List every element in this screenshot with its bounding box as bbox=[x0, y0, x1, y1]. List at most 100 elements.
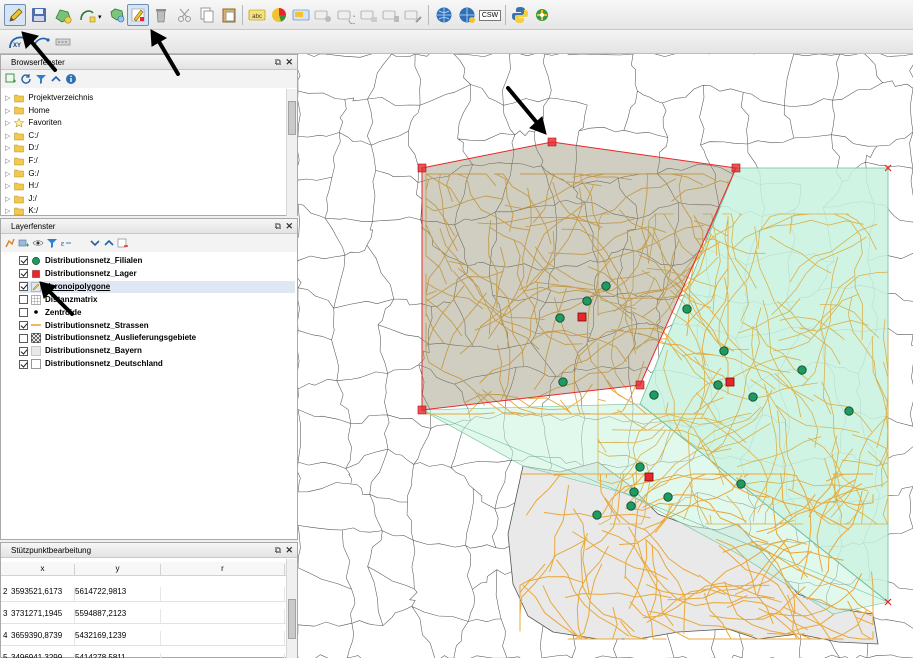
expand-arrow-icon[interactable]: ▷ bbox=[5, 158, 10, 165]
node-tool-icon[interactable] bbox=[76, 4, 98, 26]
copy-features-icon[interactable] bbox=[196, 4, 218, 26]
cell-x[interactable]: 3496941,3299 bbox=[11, 653, 75, 658]
cell-y[interactable]: 5594887,2123 bbox=[75, 609, 161, 623]
browser-item[interactable]: ▷ Home bbox=[5, 105, 50, 118]
browser-item[interactable]: ▷ D:/ bbox=[5, 142, 39, 155]
expand-arrow-icon[interactable]: ▷ bbox=[5, 196, 10, 203]
map-svg[interactable] bbox=[298, 54, 913, 658]
table-row[interactable]: 2 3593521,6173 5614722,9813 bbox=[1, 580, 287, 602]
browser-scrollbar[interactable] bbox=[286, 89, 297, 216]
expand-arrow-icon[interactable]: ▷ bbox=[5, 133, 10, 140]
cell-x[interactable]: 3731271,1945 bbox=[11, 609, 75, 623]
close-icon[interactable]: ✕ bbox=[285, 55, 293, 70]
add-wms-globe-icon[interactable] bbox=[433, 4, 455, 26]
cell-y[interactable]: 5414278,5811 bbox=[75, 653, 161, 658]
layer-visibility-checkbox[interactable] bbox=[19, 346, 28, 356]
layer-item[interactable]: Distributionsnetz_Filialen bbox=[19, 255, 295, 268]
label-rotate-icon[interactable] bbox=[335, 4, 357, 26]
table-row[interactable]: 3 3731271,1945 5594887,2123 bbox=[1, 602, 287, 624]
diagram-pie-icon[interactable] bbox=[268, 4, 290, 26]
label-show-hide-icon[interactable] bbox=[380, 4, 402, 26]
browser-item[interactable]: ▷ C:/ bbox=[5, 130, 39, 143]
browser-item[interactable]: ▷ G:/ bbox=[5, 168, 39, 181]
browser-item[interactable]: ▷ F:/ bbox=[5, 155, 38, 168]
browser-item[interactable]: ▷ Projektverzeichnis bbox=[5, 92, 93, 105]
label-pin-icon[interactable] bbox=[290, 4, 312, 26]
scrollbar-thumb[interactable] bbox=[288, 101, 296, 135]
move-feature-icon[interactable] bbox=[106, 4, 128, 26]
close-icon[interactable]: ✕ bbox=[285, 543, 293, 558]
refresh-icon[interactable] bbox=[20, 73, 32, 85]
chevron-down-icon[interactable]: ▾ bbox=[98, 13, 102, 21]
vertex-editor-icon[interactable] bbox=[127, 4, 149, 26]
filter-legend-icon[interactable] bbox=[46, 237, 58, 249]
cell-x[interactable]: 3659390,8739 bbox=[11, 631, 75, 645]
add-layer-icon[interactable] bbox=[5, 73, 17, 85]
browser-item[interactable]: ▷ J:/ bbox=[5, 193, 37, 206]
layer-item[interactable]: Distributionsnetz_Lager bbox=[19, 268, 295, 281]
float-panel-icon[interactable]: ⧉ bbox=[275, 543, 281, 558]
layer-visibility-checkbox[interactable] bbox=[19, 307, 28, 317]
map-canvas[interactable] bbox=[298, 54, 913, 658]
expand-arrow-icon[interactable]: ▷ bbox=[5, 171, 10, 178]
cell-y[interactable]: 5614722,9813 bbox=[75, 587, 161, 601]
float-panel-icon[interactable]: ⧉ bbox=[275, 55, 281, 70]
expand-arrow-icon[interactable]: ▷ bbox=[5, 183, 10, 190]
scrollbar-thumb[interactable] bbox=[288, 599, 296, 639]
filter-icon[interactable] bbox=[35, 73, 47, 85]
cut-features-icon[interactable] bbox=[174, 4, 196, 26]
metasearch-csw-button[interactable]: CSW bbox=[478, 4, 502, 26]
layer-visibility-checkbox[interactable] bbox=[19, 333, 28, 343]
layer-visibility-checkbox[interactable] bbox=[19, 295, 28, 305]
float-panel-icon[interactable]: ⧉ bbox=[275, 219, 281, 234]
add-feature-icon[interactable] bbox=[52, 4, 74, 26]
processing-gear-icon[interactable] bbox=[531, 4, 553, 26]
expand-arrow-icon[interactable]: ▷ bbox=[5, 208, 10, 215]
add-wfs-globe-icon[interactable] bbox=[456, 4, 478, 26]
close-icon[interactable]: ✕ bbox=[285, 219, 293, 234]
vertex-table-scrollbar[interactable] bbox=[286, 559, 297, 658]
delete-feature-icon[interactable] bbox=[150, 4, 172, 26]
add-group-icon[interactable] bbox=[18, 237, 30, 249]
properties-info-icon[interactable] bbox=[65, 73, 77, 85]
save-edits-icon[interactable] bbox=[28, 4, 50, 26]
label-change-icon[interactable] bbox=[358, 4, 380, 26]
label-move-icon[interactable] bbox=[312, 4, 334, 26]
expand-arrow-icon[interactable]: ▷ bbox=[5, 95, 10, 102]
layer-item[interactable]: Distanzmatrix bbox=[19, 294, 295, 307]
label-properties-icon[interactable] bbox=[402, 4, 424, 26]
expand-arrow-icon[interactable]: ▷ bbox=[5, 145, 10, 152]
add-xy-point-icon[interactable]: XY bbox=[6, 31, 28, 53]
column-header[interactable]: r bbox=[161, 564, 285, 576]
table-row[interactable]: 5 3496941,3299 5414278,5811 bbox=[1, 646, 287, 658]
layer-item[interactable]: Distributionsnetz_Auslieferungsgebiete bbox=[19, 332, 295, 345]
cell-y[interactable]: 5432169,1239 bbox=[75, 631, 161, 645]
layer-item[interactable]: Distributionsnetz_Deutschland bbox=[19, 358, 295, 371]
layer-visibility-checkbox[interactable] bbox=[19, 269, 28, 279]
cell-r[interactable] bbox=[161, 609, 285, 623]
browser-item[interactable]: ▷ H:/ bbox=[5, 180, 39, 193]
manage-visibility-eye-icon[interactable] bbox=[32, 237, 44, 249]
expression-filter-icon[interactable]: ε bbox=[60, 237, 80, 249]
browser-item[interactable]: ▷ K:/ bbox=[5, 205, 38, 218]
layer-style-icon[interactable] bbox=[4, 237, 16, 249]
layer-item[interactable]: Distributionsnetz_Strassen bbox=[19, 320, 295, 333]
remove-layer-icon[interactable] bbox=[117, 237, 129, 249]
python-console-icon[interactable] bbox=[509, 4, 531, 26]
layer-item[interactable]: Voronoipolygone bbox=[19, 280, 295, 294]
expand-arrow-icon[interactable]: ▷ bbox=[5, 120, 10, 127]
expand-arrow-icon[interactable]: ▷ bbox=[5, 108, 10, 115]
layer-visibility-checkbox[interactable] bbox=[19, 256, 28, 266]
cell-r[interactable] bbox=[161, 653, 285, 658]
collapse-all-icon[interactable] bbox=[103, 237, 115, 249]
collapse-all-icon[interactable] bbox=[50, 73, 62, 85]
road-tool-icon[interactable] bbox=[52, 31, 74, 53]
layer-item[interactable]: Distributionsnetz_Bayern bbox=[19, 345, 295, 358]
layer-visibility-checkbox[interactable] bbox=[19, 359, 28, 369]
layer-visibility-checkbox[interactable] bbox=[19, 282, 28, 292]
expand-all-icon[interactable] bbox=[89, 237, 101, 249]
paste-features-icon[interactable] bbox=[218, 4, 240, 26]
cell-x[interactable]: 3593521,6173 bbox=[11, 587, 75, 601]
layer-labeling-icon[interactable]: abc bbox=[246, 4, 268, 26]
table-row[interactable]: 4 3659390,8739 5432169,1239 bbox=[1, 624, 287, 646]
